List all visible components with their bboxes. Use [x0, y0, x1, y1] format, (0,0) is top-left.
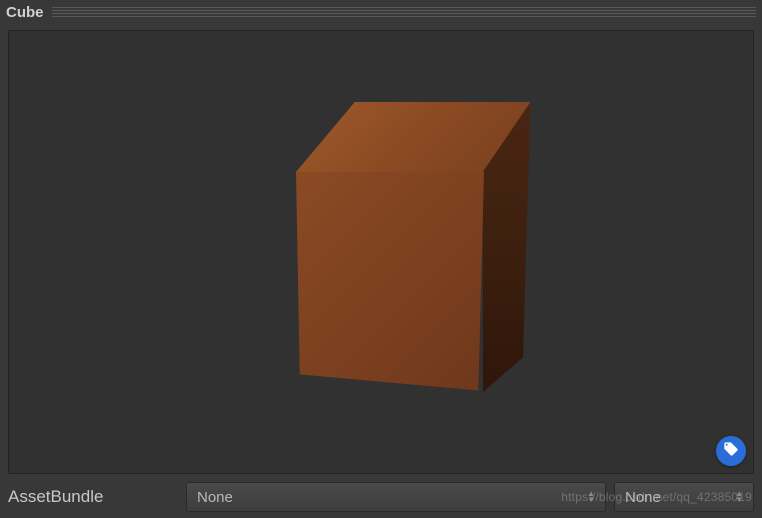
asset-bundle-label: AssetBundle: [8, 487, 178, 507]
asset-bundle-variant-dropdown[interactable]: None ▲▼: [614, 482, 754, 512]
cube-preview: [221, 82, 521, 382]
preview-header: Cube: [0, 0, 762, 24]
preview-title: Cube: [6, 4, 44, 21]
asset-bundle-footer: AssetBundle None ▲▼ None ▲▼: [0, 476, 762, 518]
cube-face-front: [296, 172, 484, 402]
dropdown-value: None: [197, 489, 233, 506]
chevron-updown-icon: ▲▼: [587, 491, 595, 503]
preview-viewport[interactable]: [8, 30, 754, 474]
dropdown-value: None: [625, 489, 661, 506]
tag-icon: [723, 441, 739, 462]
asset-bundle-name-dropdown[interactable]: None ▲▼: [186, 482, 606, 512]
header-drag-lines[interactable]: [52, 7, 757, 17]
chevron-updown-icon: ▲▼: [735, 491, 743, 503]
asset-label-button[interactable]: [716, 436, 746, 466]
